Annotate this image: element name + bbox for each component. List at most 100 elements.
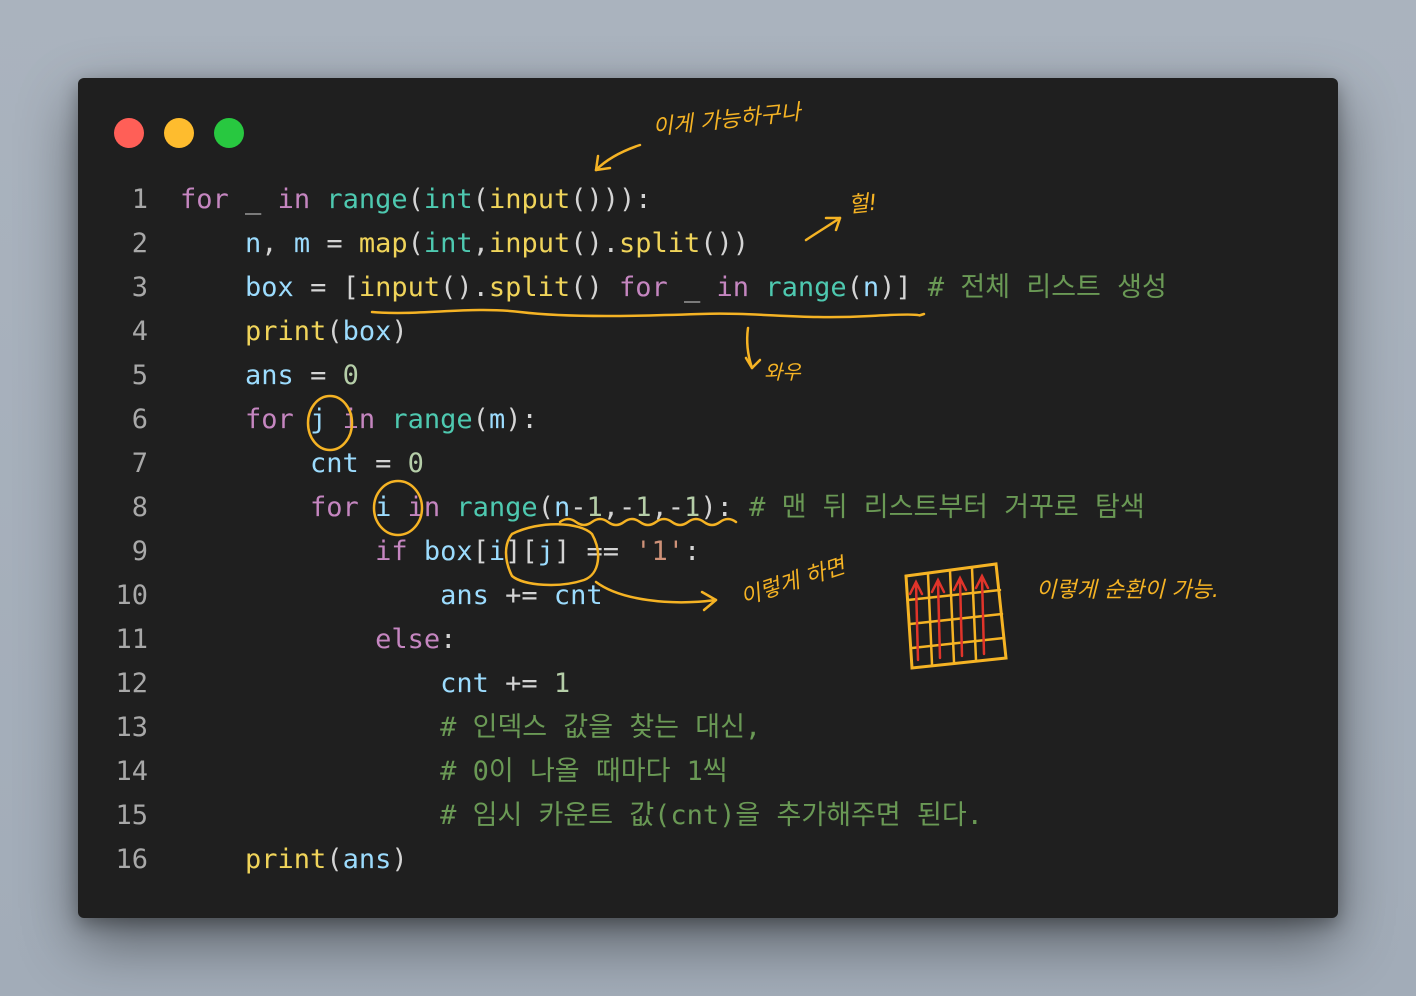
code-token: print <box>245 316 327 347</box>
line-number: 7 <box>131 448 148 479</box>
minimize-button[interactable] <box>164 118 194 148</box>
code-token: # 0이 나올 때마다 1씩 <box>440 756 728 787</box>
code-token: # 임시 카운트 값(cnt)을 추가해주면 된다. <box>440 800 983 831</box>
code-text: print(box) <box>180 310 408 354</box>
code-token: j <box>537 536 554 567</box>
code-token: 1 <box>553 668 571 699</box>
line-number: 15 <box>115 800 148 831</box>
code-line: 12 cnt += 1 <box>78 662 1338 706</box>
code-token: = <box>310 228 359 259</box>
code-token: - <box>570 492 587 523</box>
code-token: for <box>180 184 229 215</box>
code-token: (). <box>440 272 489 303</box>
line-number: 9 <box>131 536 148 567</box>
code-token: ( <box>846 272 863 303</box>
code-token: else <box>375 624 441 655</box>
code-token: ( <box>407 184 424 215</box>
code-line: 8 for i in range(n-1,-1,-1): # 맨 뒤 리스트부터… <box>78 486 1338 530</box>
note-traverse: 이렇게 순환이 가능. <box>1036 578 1219 603</box>
code-token: ( <box>472 404 489 435</box>
code-text: ans += cnt <box>180 574 603 618</box>
code-token: in <box>407 492 441 523</box>
code-token: ())): <box>570 184 652 215</box>
code-text: n, m = map(int,input().split()) <box>180 222 749 266</box>
code-token: ,- <box>651 492 685 523</box>
code-token: input <box>358 272 441 303</box>
code-token: cnt <box>553 580 603 611</box>
code-token: for <box>310 492 359 523</box>
code-token: 0 <box>407 448 424 479</box>
code-token: input <box>488 228 571 259</box>
code-token: () <box>570 272 619 303</box>
line-number: 5 <box>131 360 148 391</box>
code-token: i <box>375 492 392 523</box>
code-token: ): <box>700 492 750 523</box>
line-number: 11 <box>115 624 148 655</box>
code-text: else: <box>180 618 456 662</box>
code-token: j <box>310 404 327 435</box>
code-token: cnt <box>310 448 359 479</box>
code-line: 11 else: <box>78 618 1338 662</box>
code-token: = <box>358 448 408 479</box>
code-token: += <box>488 580 554 611</box>
code-line: 5 ans = 0 <box>78 354 1338 398</box>
code-text: # 인덱스 값을 찾는 대신, <box>180 706 761 750</box>
code-token: ) <box>391 844 408 875</box>
code-token: ( <box>537 492 554 523</box>
code-token: in <box>277 184 311 215</box>
code-token: int <box>423 228 473 259</box>
code-token: (). <box>570 228 620 259</box>
code-text: cnt = 0 <box>180 442 424 486</box>
code-line: 7 cnt = 0 <box>78 442 1338 486</box>
code-text: cnt += 1 <box>180 662 570 706</box>
code-token: in <box>342 404 376 435</box>
code-token: # 맨 뒤 리스트부터 거꾸로 탐색 <box>749 492 1145 523</box>
code-token: _ <box>228 184 278 215</box>
code-token: range <box>456 492 538 523</box>
line-number: 2 <box>131 228 148 259</box>
code-token: '1' <box>635 536 685 567</box>
code-token: ( <box>326 844 343 875</box>
code-token: n <box>553 492 571 523</box>
code-line: 6 for j in range(m): <box>78 398 1338 442</box>
close-button[interactable] <box>114 118 144 148</box>
code-text: # 임시 카운트 값(cnt)을 추가해주면 된다. <box>180 794 983 838</box>
code-token: , <box>472 228 489 259</box>
code-editor[interactable]: 1 for _ in range(int(input())): 2 n, m = m… <box>78 178 1338 882</box>
code-token: ][ <box>505 536 538 567</box>
code-text: ans = 0 <box>180 354 359 398</box>
code-token: in <box>716 272 750 303</box>
line-number: 3 <box>131 272 148 303</box>
code-token: [ <box>472 536 489 567</box>
code-token: print <box>245 844 327 875</box>
code-token: 1 <box>635 492 652 523</box>
note-wow2: 와우 <box>764 360 801 384</box>
code-token: split <box>488 272 571 303</box>
code-text: box = [input().split() for _ in range(n)… <box>180 266 1167 310</box>
code-token: ()) <box>700 228 750 259</box>
code-text: for j in range(m): <box>180 398 538 442</box>
maximize-button[interactable] <box>214 118 244 148</box>
code-token: ] == <box>553 536 636 567</box>
line-number: 14 <box>115 756 148 787</box>
code-token: cnt <box>440 668 489 699</box>
code-token: : <box>684 536 701 567</box>
code-token: i <box>488 536 506 567</box>
line-number: 12 <box>115 668 148 699</box>
code-line: 3 box = [input().split() for _ in range(… <box>78 266 1338 310</box>
code-token: 1 <box>586 492 603 523</box>
code-line: 2 n, m = map(int,input().split()) <box>78 222 1338 266</box>
code-token: ( <box>407 228 424 259</box>
code-token: 1 <box>684 492 701 523</box>
